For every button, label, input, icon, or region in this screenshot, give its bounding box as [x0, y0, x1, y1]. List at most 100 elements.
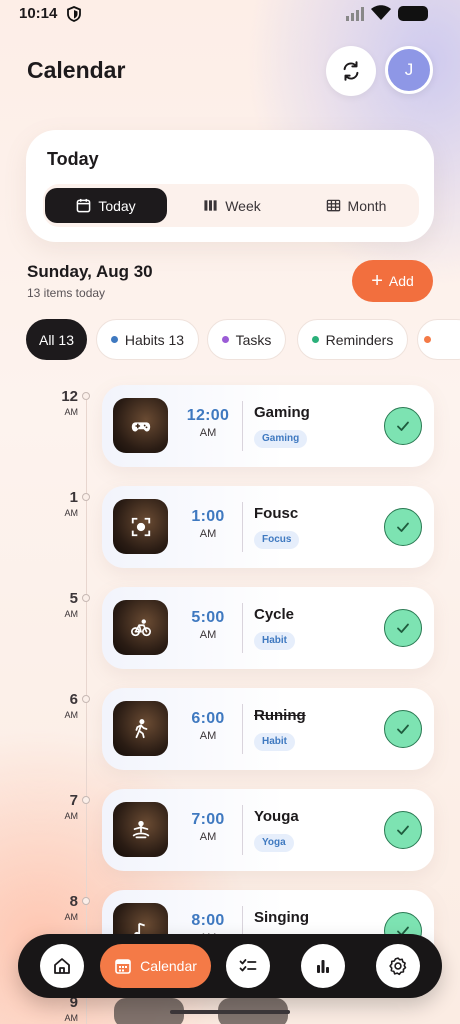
- filter-chip-all[interactable]: All 13: [26, 319, 87, 360]
- filter-chip-habits[interactable]: Habits 13: [96, 319, 199, 360]
- view-option-week[interactable]: Week: [173, 188, 291, 223]
- event-title: Cycle: [254, 606, 295, 623]
- check-icon: [397, 724, 409, 734]
- event-time-period: AM: [199, 528, 217, 540]
- avatar[interactable]: J: [385, 46, 433, 94]
- timeline-dot: [82, 493, 90, 501]
- complete-toggle[interactable]: [384, 508, 422, 546]
- event-card-yoga[interactable]: 7:00 AM Youga Yoga: [102, 789, 434, 871]
- plus-icon: +: [371, 270, 383, 292]
- hour-label: 12 AM: [61, 388, 78, 418]
- event-title: Singing: [254, 909, 309, 926]
- check-icon: [397, 825, 409, 835]
- calendar-icon: [115, 959, 131, 974]
- event-time-period: AM: [199, 831, 217, 843]
- battery-icon: [398, 6, 428, 21]
- walking-icon: [135, 718, 147, 738]
- complete-toggle[interactable]: [384, 811, 422, 849]
- grid-icon: [326, 199, 340, 212]
- event-divider: [242, 805, 243, 855]
- checklist-icon: [239, 959, 257, 972]
- hour-label: 6 AM: [64, 691, 79, 721]
- complete-toggle[interactable]: [384, 609, 422, 647]
- sync-icon: [343, 61, 359, 81]
- event-time: 6:00: [191, 710, 225, 727]
- event-thumbnail: [113, 398, 168, 453]
- event-card-cycle[interactable]: 5:00 AM Cycle Habit: [102, 587, 434, 669]
- page-title: Calendar: [27, 57, 126, 83]
- check-icon: [397, 522, 409, 532]
- event-title: Youga: [254, 808, 299, 825]
- event-title: Fousc: [254, 505, 299, 522]
- timeline-dot: [82, 796, 90, 804]
- bottom-navigation: Calendar: [18, 934, 442, 998]
- calendar-icon: [76, 198, 91, 213]
- status-bar: 10:14: [0, 0, 460, 30]
- event-title: Runing: [254, 707, 306, 724]
- event-time: 1:00: [191, 508, 225, 525]
- reminders-dot: [311, 336, 319, 343]
- view-selector-card: Today Today Week Month: [26, 130, 434, 242]
- timeline-dot: [82, 897, 90, 905]
- event-time: 5:00: [191, 609, 225, 626]
- event-tag: Yoga: [254, 834, 294, 852]
- event-tag: Habit: [254, 733, 295, 751]
- event-time-period: AM: [199, 629, 217, 641]
- filter-chip-more[interactable]: [417, 319, 460, 360]
- hour-label: 7 AM: [64, 792, 79, 822]
- timeline-dot: [82, 695, 90, 703]
- event-divider: [242, 401, 243, 451]
- nav-stats[interactable]: [301, 944, 345, 988]
- selected-date: Sunday, Aug 30: [27, 262, 153, 281]
- signal-icon: [346, 7, 364, 21]
- hour-label: 9 AM: [64, 994, 79, 1024]
- complete-toggle[interactable]: [384, 710, 422, 748]
- shield-icon: [67, 6, 81, 22]
- check-icon: [397, 421, 409, 431]
- filter-chip-reminders[interactable]: Reminders: [297, 319, 408, 360]
- filter-chips: All 13 Habits 13 Tasks Reminders: [26, 319, 460, 361]
- bar-chart-icon: [317, 960, 329, 973]
- bicycle-icon: [130, 618, 151, 636]
- nav-calendar-label: Calendar: [140, 958, 197, 974]
- add-label: Add: [388, 273, 414, 289]
- event-divider: [242, 502, 243, 552]
- hour-label: 5 AM: [64, 590, 79, 620]
- more-dot: [423, 336, 431, 343]
- event-time: 7:00: [191, 811, 225, 828]
- event-tag: Habit: [254, 632, 295, 650]
- hour-label: 8 AM: [64, 893, 79, 923]
- view-option-today[interactable]: Today: [45, 188, 167, 223]
- event-time: 8:00: [191, 912, 225, 929]
- event-time-period: AM: [199, 427, 217, 439]
- status-time: 10:14: [19, 5, 58, 22]
- sync-button[interactable]: [326, 46, 376, 96]
- add-button[interactable]: + Add: [352, 260, 433, 302]
- filter-chip-tasks[interactable]: Tasks: [207, 319, 286, 360]
- event-card-focus[interactable]: 1:00 AM Fousc Focus: [102, 486, 434, 568]
- focus-icon: [131, 517, 150, 536]
- event-title: Gaming: [254, 404, 310, 421]
- view-option-month[interactable]: Month: [297, 188, 415, 223]
- complete-toggle[interactable]: [384, 407, 422, 445]
- nav-calendar[interactable]: Calendar: [100, 944, 211, 988]
- home-icon: [54, 958, 70, 974]
- event-card-running[interactable]: 6:00 AM Runing Habit: [102, 688, 434, 770]
- home-indicator: [170, 1010, 290, 1014]
- timeline-dot: [82, 392, 90, 400]
- event-card-gaming[interactable]: 12:00 AM Gaming Gaming: [102, 385, 434, 467]
- event-thumbnail: [113, 499, 168, 554]
- columns-icon: [204, 200, 217, 211]
- yoga-icon: [132, 820, 149, 838]
- event-thumbnail: [113, 600, 168, 655]
- check-icon: [397, 623, 409, 633]
- avatar-initial: J: [404, 60, 414, 79]
- nav-home[interactable]: [40, 944, 84, 988]
- event-time: 12:00: [186, 407, 230, 424]
- items-count: 13 items today: [27, 286, 106, 300]
- nav-tasks[interactable]: [226, 944, 270, 988]
- event-divider: [242, 704, 243, 754]
- wifi-icon: [371, 5, 391, 20]
- event-thumbnail: [113, 701, 168, 756]
- nav-settings[interactable]: [376, 944, 420, 988]
